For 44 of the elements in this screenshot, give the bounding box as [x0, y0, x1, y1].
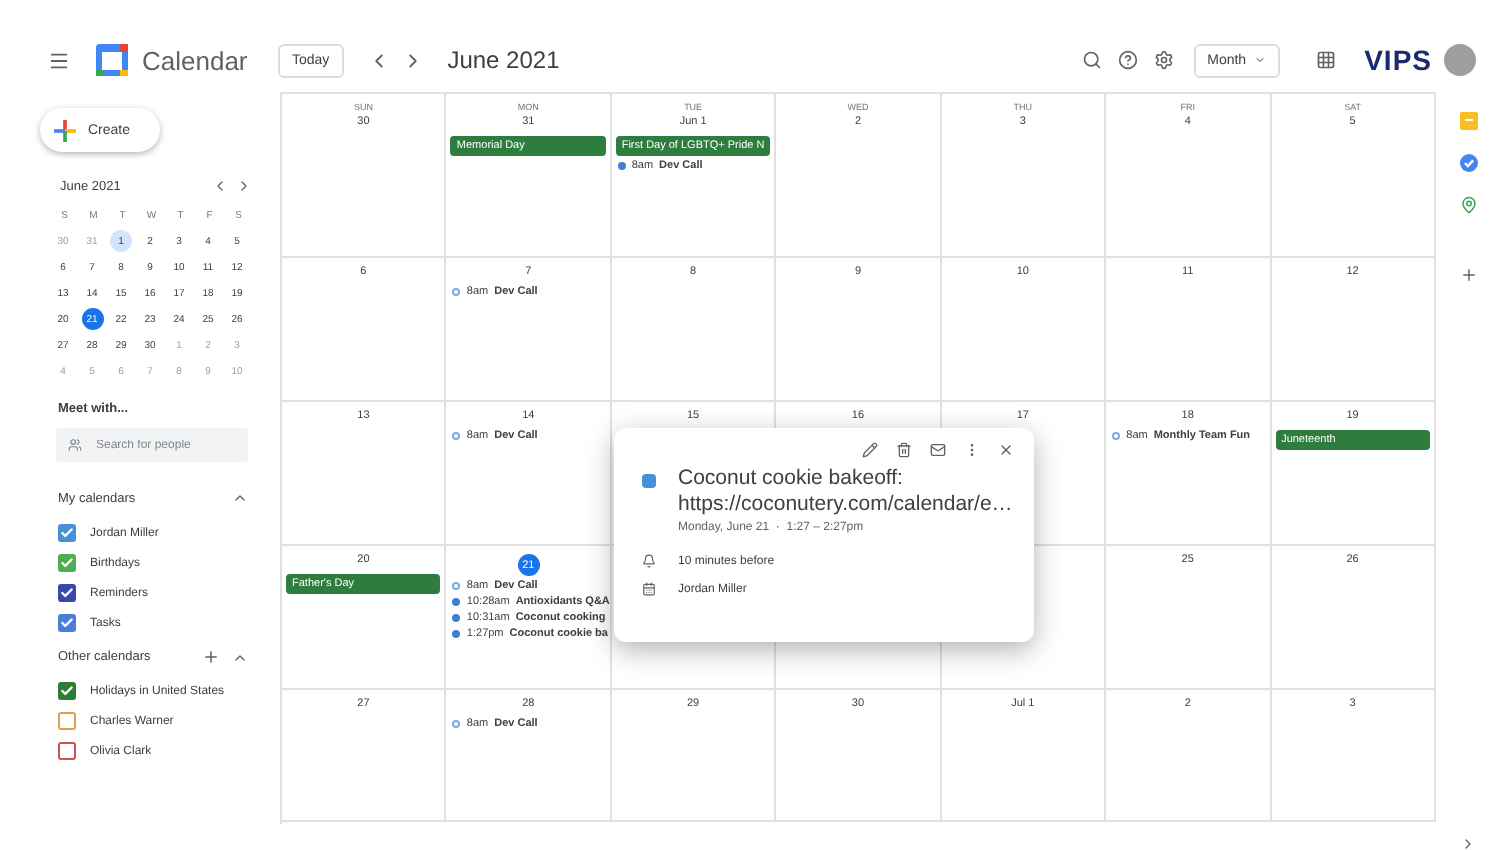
settings-icon[interactable] — [1153, 50, 1174, 70]
delete-icon[interactable] — [896, 442, 912, 458]
calendar-icon — [642, 582, 656, 596]
checkbox[interactable] — [58, 712, 76, 730]
calendar-logo-icon — [94, 42, 130, 78]
brand-logo: VIPS — [1364, 44, 1432, 76]
checkbox[interactable] — [58, 554, 76, 572]
dot-icon — [617, 162, 626, 170]
check-circle-icon[interactable] — [1459, 154, 1477, 172]
hollow-dot-icon — [452, 720, 461, 728]
help-icon[interactable] — [1117, 50, 1138, 70]
add-icon[interactable] — [1459, 266, 1477, 284]
event-title: Coconut cookie bakeoff: https://coconutery.com/calendar/e… — [678, 466, 1015, 518]
map-pin-icon[interactable] — [1459, 196, 1477, 214]
checkbox[interactable] — [58, 614, 76, 632]
caret-icon — [1254, 54, 1267, 66]
dot-icon — [452, 598, 461, 606]
bell-icon — [642, 554, 656, 568]
edit-icon[interactable] — [862, 442, 878, 458]
add-icon[interactable] — [202, 648, 220, 666]
plus-icon — [54, 119, 76, 141]
search-icon[interactable] — [1081, 50, 1102, 70]
hollow-dot-icon — [452, 432, 461, 440]
email-icon[interactable] — [930, 442, 946, 458]
checkbox[interactable] — [58, 742, 76, 760]
apps-grid-icon[interactable] — [1316, 50, 1337, 70]
previous-month-icon[interactable] — [212, 178, 228, 194]
collapse-icon[interactable] — [232, 490, 248, 506]
hollow-dot-icon — [1112, 432, 1121, 440]
dot-icon — [452, 614, 461, 622]
checkbox[interactable] — [58, 524, 76, 542]
menu-icon[interactable] — [48, 49, 70, 71]
hollow-dot-icon — [452, 582, 461, 590]
expand-icon[interactable] — [1460, 836, 1476, 850]
dot-icon — [452, 630, 461, 638]
avatar-icon[interactable] — [1444, 44, 1476, 76]
app-name: Calendar — [142, 45, 250, 75]
checkbox[interactable] — [58, 584, 76, 602]
checkbox[interactable] — [58, 682, 76, 700]
next-month-icon[interactable] — [236, 178, 252, 194]
hollow-dot-icon — [452, 288, 461, 296]
period-title: June 2021 — [447, 46, 560, 74]
people-icon — [68, 438, 82, 452]
close-icon[interactable] — [998, 442, 1014, 458]
